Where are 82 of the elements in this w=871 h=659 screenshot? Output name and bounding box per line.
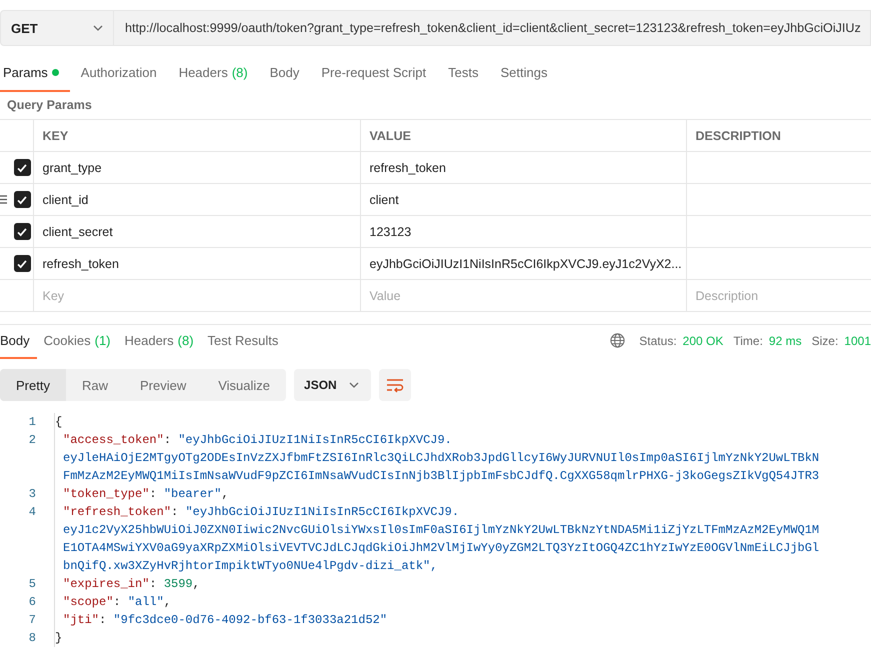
wrap-lines-button[interactable] bbox=[378, 369, 411, 401]
json-string: FmMzAzM2EyMWQ1MiIsImNsaWVudF9pZCI6ImNsaWVudCIsInNjb3BlIjpbImFsbCJdfQ.CgXXG58qmlrPHXG-j3koGegsZIkVgQ54JTR3 bbox=[63, 469, 820, 483]
checkbox[interactable] bbox=[14, 159, 30, 176]
view-mode-tab[interactable]: Raw bbox=[66, 369, 124, 401]
request-tab[interactable]: Tests bbox=[437, 65, 490, 92]
checkbox[interactable] bbox=[14, 223, 30, 240]
json-string: eyJ1c2VyX25hbWUiOiJ0ZXN0Iiwic2NvcGUiOlsiYWxsIl0sImF0aSI6IjlmYzNkY2UwLTBkNzYtNDA5Mi1iZjYzLTFmMzAzM2EyMWQ1M bbox=[63, 523, 820, 537]
line-number: 7 bbox=[28, 612, 36, 629]
response-tab[interactable]: Body bbox=[0, 333, 37, 359]
json-string: bnQifQ.xw3XZyHvRjhtorImpiktWTyo0NUe4lPgdv-dizi_atk", bbox=[63, 559, 438, 573]
json-punctuation: , bbox=[192, 577, 200, 591]
json-string: eyJleHAiOjE2MTgyOTg2ODEsInVzZXJfbmFtZSI6InRlc3QiLCJhdXRob3JpdGllcyI6WyJURVNUIl0sImp0aSI6IjlmYzNkY2UwLTBkN bbox=[63, 451, 820, 465]
line-number: 4 bbox=[28, 504, 36, 521]
json-key: "jti" bbox=[63, 613, 100, 627]
json-string: E1OTA4MSwiYXV0aG9yaXRpZXMiOlsiVEVTVCJdLCJqdGkiOiJhM2VlMjIwYy0yZGM2LTQ3YzItOGQ4ZC1hYzIwYzE0OGVlNmEiLCJjbGl bbox=[63, 541, 820, 555]
line-number: 8 bbox=[28, 630, 36, 647]
json-string: "eyJhbGciOiJIUzI1NiIsInR5cCI6IkpXVCJ9. bbox=[178, 433, 452, 447]
method-dropdown[interactable]: GET bbox=[0, 10, 114, 46]
response-tab[interactable]: Test Results bbox=[200, 333, 286, 359]
json-punctuation: : bbox=[149, 577, 158, 591]
chevron-down-icon bbox=[93, 25, 103, 31]
column-header: KEY bbox=[33, 120, 360, 152]
table-cell: client_secret bbox=[33, 216, 360, 248]
chevron-down-icon bbox=[348, 382, 359, 388]
line-number: 2 bbox=[28, 432, 36, 449]
json-punctuation: : bbox=[99, 613, 108, 627]
request-tab[interactable]: Headers (8) bbox=[168, 65, 259, 92]
format-dropdown[interactable]: JSON bbox=[294, 369, 371, 401]
json-punctuation: : bbox=[164, 433, 172, 447]
json-key: "scope" bbox=[63, 595, 114, 609]
drag-handle-icon[interactable] bbox=[0, 195, 7, 204]
json-key: "refresh_token" bbox=[63, 505, 172, 519]
line-number: 6 bbox=[28, 594, 36, 611]
checkbox[interactable] bbox=[14, 255, 30, 272]
request-tab[interactable]: Body bbox=[258, 65, 310, 92]
section-title: Query Params bbox=[6, 97, 93, 114]
json-string: "all" bbox=[128, 595, 164, 609]
status-value: 1001 bbox=[844, 334, 871, 348]
json-brace: } bbox=[55, 631, 62, 645]
table-cell: client_id bbox=[33, 184, 360, 216]
globe-icon[interactable] bbox=[610, 333, 626, 348]
status-value: 92 ms bbox=[768, 334, 802, 348]
request-tab[interactable]: Params bbox=[0, 65, 70, 92]
response-tab[interactable]: Cookies (1) bbox=[36, 333, 118, 359]
json-key: "access_token" bbox=[63, 433, 164, 447]
json-brace: { bbox=[55, 415, 62, 429]
status-value: 200 OK bbox=[682, 334, 724, 348]
json-punctuation: , bbox=[164, 595, 172, 609]
table-cell: grant_type bbox=[33, 152, 360, 184]
json-string: "9fc3dce0-0d76-4092-bf63-1f3033a21d52" bbox=[113, 613, 388, 627]
url-field[interactable]: http://localhost:9999/oauth/token?grant_type=refresh_token&client_id=client&client_secret=123123&refresh_token=eyJhbGciOiJIUz bbox=[114, 10, 871, 46]
line-number: 3 bbox=[28, 486, 36, 503]
request-tab[interactable]: Pre-request Script bbox=[310, 65, 438, 92]
status-label: Time: bbox=[733, 334, 763, 348]
view-mode-tab[interactable]: Preview bbox=[124, 369, 202, 401]
checkbox[interactable] bbox=[14, 191, 30, 208]
column-header: VALUE bbox=[360, 120, 686, 152]
request-tab[interactable]: Settings bbox=[489, 65, 558, 92]
wrap-lines-icon bbox=[386, 378, 404, 392]
status-label: Size: bbox=[812, 334, 838, 348]
view-mode-tab[interactable]: Pretty bbox=[0, 369, 66, 401]
response-tab[interactable]: Headers (8) bbox=[118, 333, 201, 359]
json-punctuation: : bbox=[113, 595, 122, 609]
column-header: DESCRIPTION bbox=[686, 120, 871, 152]
json-key: "token_type" bbox=[63, 487, 150, 501]
line-number: 1 bbox=[28, 414, 36, 431]
json-punctuation: , bbox=[221, 487, 229, 501]
table-cell: refresh_token bbox=[360, 152, 686, 184]
json-number: 3599 bbox=[164, 577, 193, 591]
json-string: "bearer" bbox=[164, 487, 222, 501]
table-cell: refresh_token bbox=[33, 248, 360, 280]
status-label: Status: bbox=[639, 334, 677, 348]
json-punctuation: : bbox=[149, 487, 158, 501]
json-punctuation: : bbox=[171, 505, 180, 519]
json-string: "eyJhbGciOiJIUzI1NiIsInR5cCI6IkpXVCJ9. bbox=[185, 505, 460, 519]
table-cell: 123123 bbox=[360, 216, 686, 248]
table-cell: client bbox=[360, 184, 686, 216]
table-cell: eyJhbGciOiJIUzI1NiIsInR5cCI6IkpXVCJ9.eyJ1c2VyX2... bbox=[360, 248, 686, 280]
json-key: "expires_in" bbox=[63, 577, 150, 591]
view-mode-tab[interactable]: Visualize bbox=[202, 369, 286, 401]
line-number: 5 bbox=[28, 576, 36, 593]
request-tab[interactable]: Authorization bbox=[70, 65, 168, 92]
